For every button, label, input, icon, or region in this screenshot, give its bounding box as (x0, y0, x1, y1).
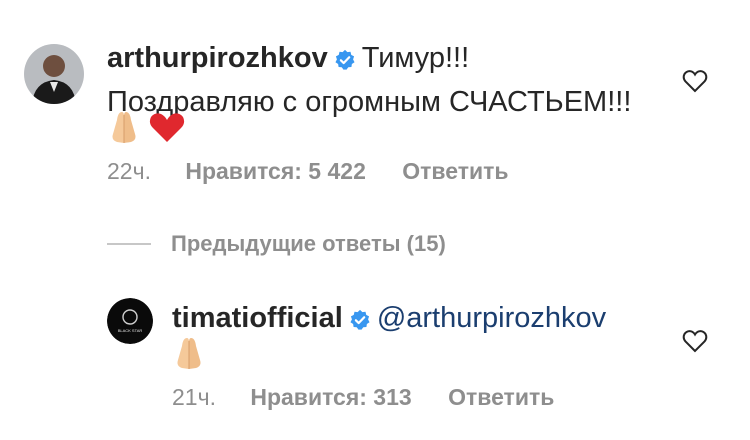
reply-likes-count-link[interactable]: Нравится: 313 (250, 384, 411, 411)
reply-emojis (172, 335, 212, 371)
like-heart-icon[interactable] (682, 69, 708, 93)
mention-link[interactable]: @arthurpirozhkov (377, 302, 606, 334)
verified-badge-icon (334, 42, 356, 82)
comment-time: 22ч. (107, 158, 151, 184)
reply-button[interactable]: Ответить (402, 158, 508, 185)
reply-time: 21ч. (172, 384, 216, 410)
comment-emojis (107, 108, 187, 146)
replies-divider-line (107, 243, 151, 245)
comment-body: arthurpirozhkov Тимур!!! Поздравляю с огр… (107, 38, 667, 122)
avatar-logo-text: BLACK STAR (118, 328, 143, 333)
comment-meta: 22ч. Нравится: 5 422 Ответить (107, 158, 509, 185)
comment-username[interactable]: arthurpirozhkov (107, 42, 328, 74)
reply-reply-button[interactable]: Ответить (448, 384, 554, 411)
folded-hands-emoji-icon (112, 112, 136, 143)
comment-text-line1: Тимур!!! (361, 42, 470, 74)
red-heart-emoji-icon (149, 113, 185, 142)
avatar[interactable] (24, 44, 84, 104)
comment-text-line2: Поздравляю с огромным СЧАСТЬЕМ!!! (107, 86, 632, 118)
reply-meta: 21ч. Нравится: 313 Ответить (172, 384, 554, 411)
likes-count-link[interactable]: Нравится: 5 422 (185, 158, 366, 185)
verified-badge-icon (349, 302, 371, 342)
reply-body: timatiofficial @arthurpirozhkov (172, 298, 652, 342)
reply-like-heart-icon[interactable] (682, 329, 708, 353)
view-replies-label[interactable]: Предыдущие ответы (15) (171, 231, 446, 257)
view-previous-replies[interactable]: Предыдущие ответы (15) (107, 230, 446, 258)
folded-hands-emoji-icon (177, 338, 201, 369)
reply-username[interactable]: timatiofficial (172, 302, 343, 334)
reply-avatar[interactable]: BLACK STAR (107, 298, 153, 344)
